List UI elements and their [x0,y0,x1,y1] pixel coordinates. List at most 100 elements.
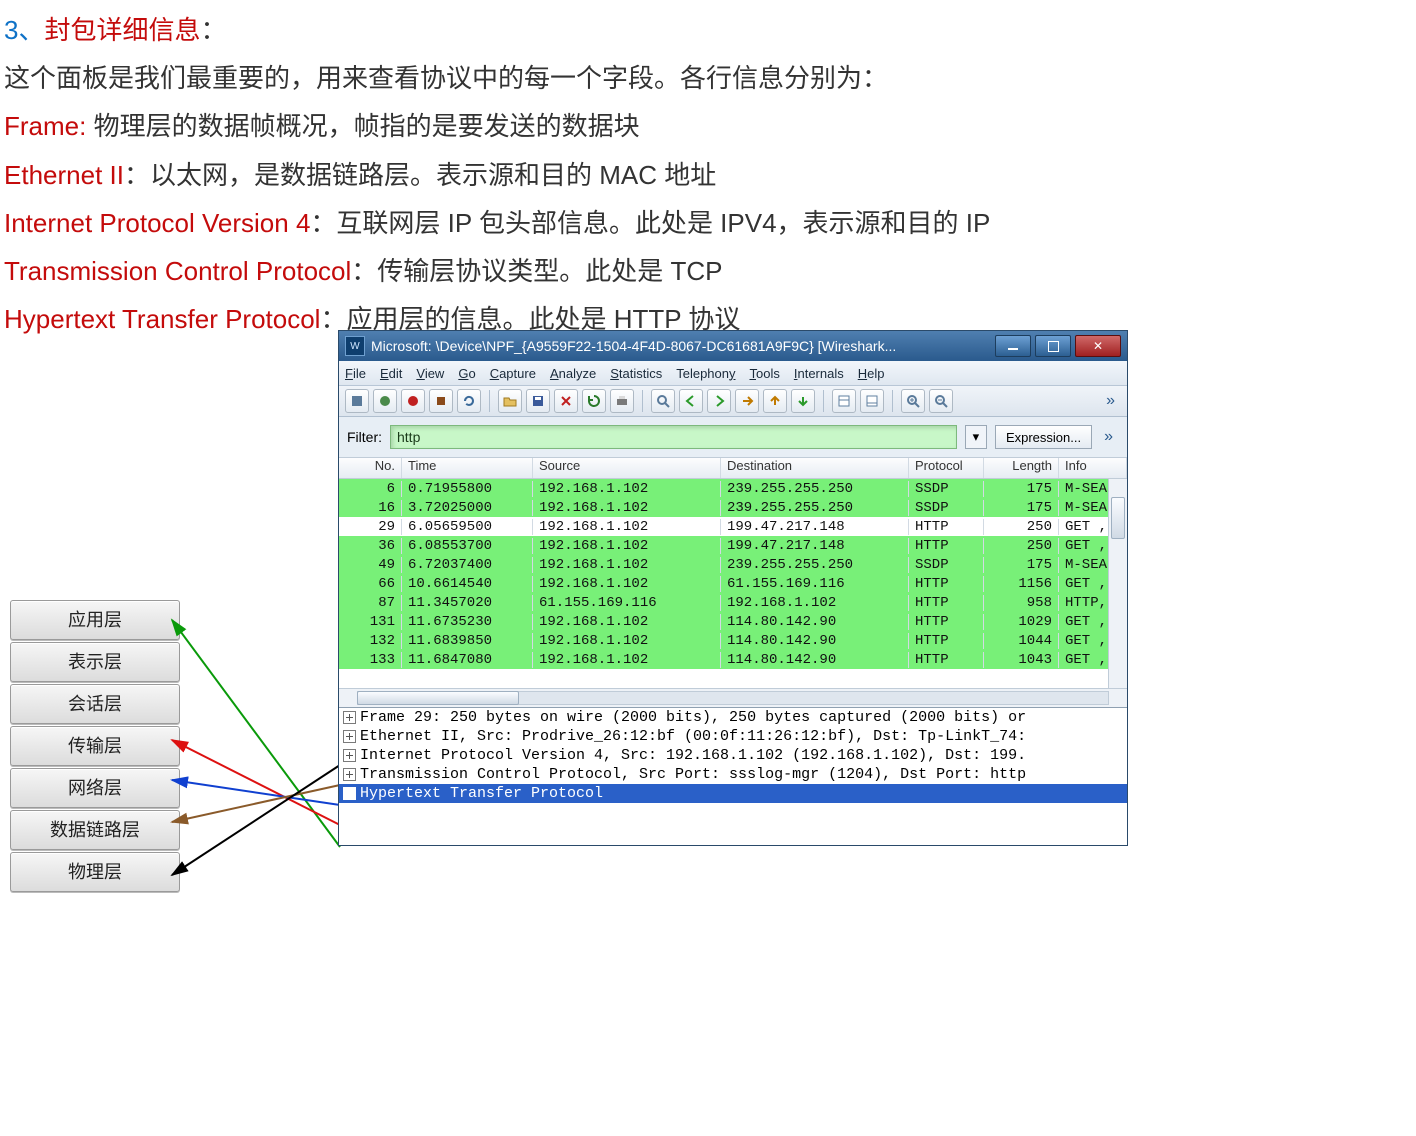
cell: 11.6735230 [402,614,533,630]
menu-file[interactable]: File [345,366,366,381]
cell: HTTP [909,595,984,611]
filter-dropdown-icon[interactable]: ▾ [965,425,987,449]
detail-tcp[interactable]: Transmission Control Protocol, Src Port:… [339,765,1127,784]
expand-icon[interactable] [343,749,356,762]
reload-icon[interactable] [582,389,606,413]
menu-statistics[interactable]: Statistics [610,366,662,381]
col-no-header[interactable]: No. [339,458,402,478]
packet-row[interactable]: 13111.6735230192.168.1.102114.80.142.90H… [339,612,1127,631]
packet-row[interactable]: 163.72025000192.168.1.102239.255.255.250… [339,498,1127,517]
packet-list[interactable]: 60.71955800192.168.1.102239.255.255.250S… [339,479,1127,688]
packet-row[interactable]: 8711.345702061.155.169.116192.168.1.102H… [339,593,1127,612]
go-first-icon[interactable] [763,389,787,413]
packet-row[interactable]: 60.71955800192.168.1.102239.255.255.250S… [339,479,1127,498]
cell: 192.168.1.102 [533,481,721,497]
frame-line: Frame: 物理层的数据帧概况，帧指的是要发送的数据块 [4,104,1404,148]
cell: 16 [339,500,402,516]
save-icon[interactable] [526,389,550,413]
detail-tcp-text: Transmission Control Protocol, Src Port:… [360,766,1026,783]
osi-layer-physical: 物理层 [10,852,180,892]
frame-text: 物理层的数据帧概况，帧指的是要发送的数据块 [86,111,639,141]
window-title: Microsoft: \Device\NPF_{A9559F22-1504-4F… [371,338,995,354]
cell: 192.168.1.102 [533,652,721,668]
print-icon[interactable] [610,389,634,413]
packet-row[interactable]: 296.05659500192.168.1.102199.47.217.148H… [339,517,1127,536]
cell: 192.168.1.102 [533,633,721,649]
cell: 1043 [984,652,1059,668]
cell: 61.155.169.116 [721,576,909,592]
packet-row[interactable]: 13211.6839850192.168.1.102114.80.142.90H… [339,631,1127,650]
ethernet-label: Ethernet II [4,160,124,190]
cell: HTTP [909,538,984,554]
detail-ip[interactable]: Internet Protocol Version 4, Src: 192.16… [339,746,1127,765]
menu-view[interactable]: View [416,366,444,381]
col-info-header[interactable]: Info [1059,458,1127,478]
detail-ethernet[interactable]: Ethernet II, Src: Prodrive_26:12:bf (00:… [339,727,1127,746]
cell: 1156 [984,576,1059,592]
expand-icon[interactable] [343,730,356,743]
restart-capture-icon[interactable] [457,389,481,413]
col-time-header[interactable]: Time [402,458,533,478]
col-source-header[interactable]: Source [533,458,721,478]
cell: SSDP [909,481,984,497]
menu-capture[interactable]: Capture [490,366,536,381]
filter-overflow-icon[interactable]: » [1104,428,1119,446]
detail-ethernet-text: Ethernet II, Src: Prodrive_26:12:bf (00:… [360,728,1026,745]
stop-capture-icon[interactable] [429,389,453,413]
cell: 11.6847080 [402,652,533,668]
horizontal-scrollbar[interactable] [339,688,1127,707]
packet-details[interactable]: Frame 29: 250 bytes on wire (2000 bits),… [339,707,1127,845]
expression-button[interactable]: Expression... [995,425,1092,449]
filter-input[interactable]: http [390,425,957,449]
colorize-icon[interactable] [832,389,856,413]
menu-help[interactable]: Help [858,366,885,381]
col-destination-header[interactable]: Destination [721,458,909,478]
packet-row[interactable]: 496.72037400192.168.1.102239.255.255.250… [339,555,1127,574]
menu-telephony[interactable]: Telephony [676,366,735,381]
detail-http[interactable]: Hypertext Transfer Protocol [339,784,1127,803]
heading-colon: ： [200,15,226,45]
minimize-button[interactable] [995,335,1031,357]
menu-go[interactable]: Go [458,366,475,381]
autoscroll-icon[interactable] [860,389,884,413]
col-protocol-header[interactable]: Protocol [909,458,984,478]
go-last-icon[interactable] [791,389,815,413]
go-forward-icon[interactable] [707,389,731,413]
cell: 131 [339,614,402,630]
vertical-scrollbar[interactable] [1108,479,1127,688]
tcp-line: Transmission Control Protocol：传输层协议类型。此处… [4,249,1404,293]
close-file-icon[interactable] [554,389,578,413]
cell: 1029 [984,614,1059,630]
go-back-icon[interactable] [679,389,703,413]
find-icon[interactable] [651,389,675,413]
packet-row[interactable]: 366.08553700192.168.1.102199.47.217.148H… [339,536,1127,555]
menu-edit[interactable]: Edit [380,366,402,381]
zoom-in-icon[interactable] [901,389,925,413]
menu-tools[interactable]: Tools [750,366,780,381]
cell: 192.168.1.102 [533,538,721,554]
packet-row[interactable]: 6610.6614540192.168.1.10261.155.169.116H… [339,574,1127,593]
open-icon[interactable] [498,389,522,413]
tcp-text: ：传输层协议类型。此处是 TCP [351,256,722,286]
close-button[interactable]: ✕ [1075,335,1121,357]
maximize-button[interactable] [1035,335,1071,357]
packet-row[interactable]: 13311.6847080192.168.1.102114.80.142.90H… [339,650,1127,669]
col-length-header[interactable]: Length [984,458,1059,478]
options-icon[interactable] [373,389,397,413]
cell: 114.80.142.90 [721,652,909,668]
menu-internals[interactable]: Internals [794,366,844,381]
detail-frame[interactable]: Frame 29: 250 bytes on wire (2000 bits),… [339,708,1127,727]
expand-icon[interactable] [343,711,356,724]
expand-icon[interactable] [343,768,356,781]
zoom-out-icon[interactable] [929,389,953,413]
cell: 114.80.142.90 [721,614,909,630]
titlebar[interactable]: W Microsoft: \Device\NPF_{A9559F22-1504-… [339,331,1127,361]
toolbar-overflow-icon[interactable]: » [1106,392,1121,410]
expand-icon[interactable] [343,787,356,800]
cell: 49 [339,557,402,573]
menu-analyze[interactable]: Analyze [550,366,596,381]
expression-label: Expression... [1006,430,1081,445]
interfaces-icon[interactable] [345,389,369,413]
start-capture-icon[interactable] [401,389,425,413]
go-to-icon[interactable] [735,389,759,413]
